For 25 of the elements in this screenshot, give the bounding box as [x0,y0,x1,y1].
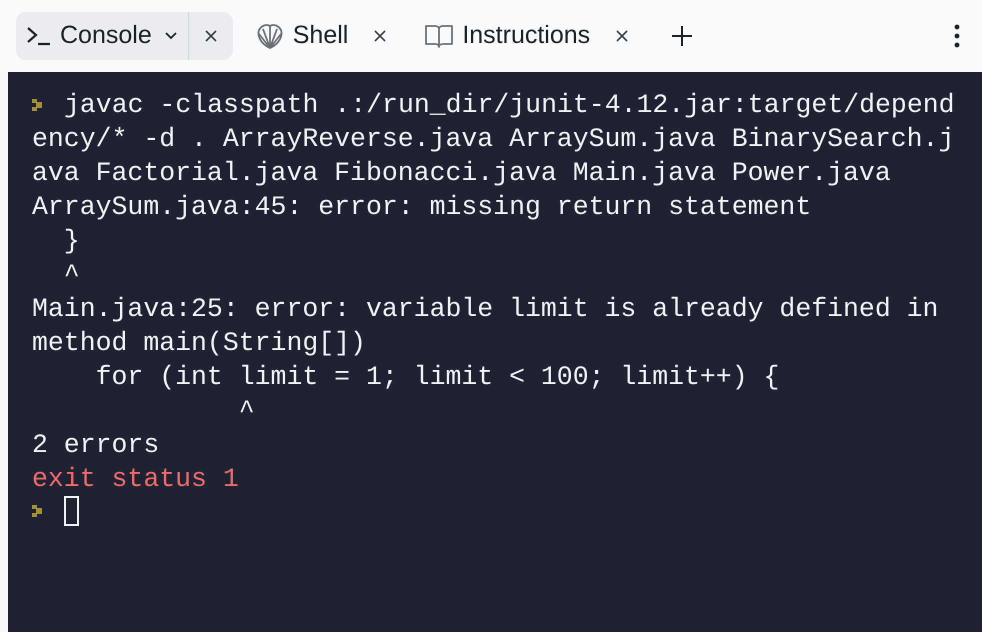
text-cursor [64,496,79,526]
output-line: ava Factorial.java Fibonacci.java Main.java Power.java [32,157,891,190]
plus-icon [670,24,694,48]
output-line: } [62,225,80,258]
prompt-icon [32,99,42,111]
output-line: ency/* -d . ArrayReverse.java ArraySum.java BinarySearch.j [32,123,954,156]
output-line: ArraySum.java:45: error: missing return statement [32,191,812,224]
output-line: Main.java:25: error: variable limit is already defined in [32,293,938,326]
output-line: for (int limit = 1; limit < 100; limit++) { [94,361,780,394]
tab[interactable]: Shell [244,12,358,60]
output-line: ^ [238,395,255,428]
output-line: 2 errors [32,429,160,462]
book-icon [424,23,454,49]
shell-icon [254,22,285,50]
output-line: ^ [62,259,80,292]
terminal-icon [26,25,52,47]
kebab-menu-icon [954,24,960,48]
tab[interactable]: Instructions [414,12,600,60]
close-icon [372,28,388,44]
close-icon [614,28,630,44]
close-icon [202,28,219,44]
prompt-icon [32,505,42,517]
exit-status-text: exit status 1 [32,463,239,496]
output-line: method main(String[]) [32,327,366,360]
command-text: javac -classpath .:/run_dir/junit-4.12.jar:target/depend [64,89,955,122]
